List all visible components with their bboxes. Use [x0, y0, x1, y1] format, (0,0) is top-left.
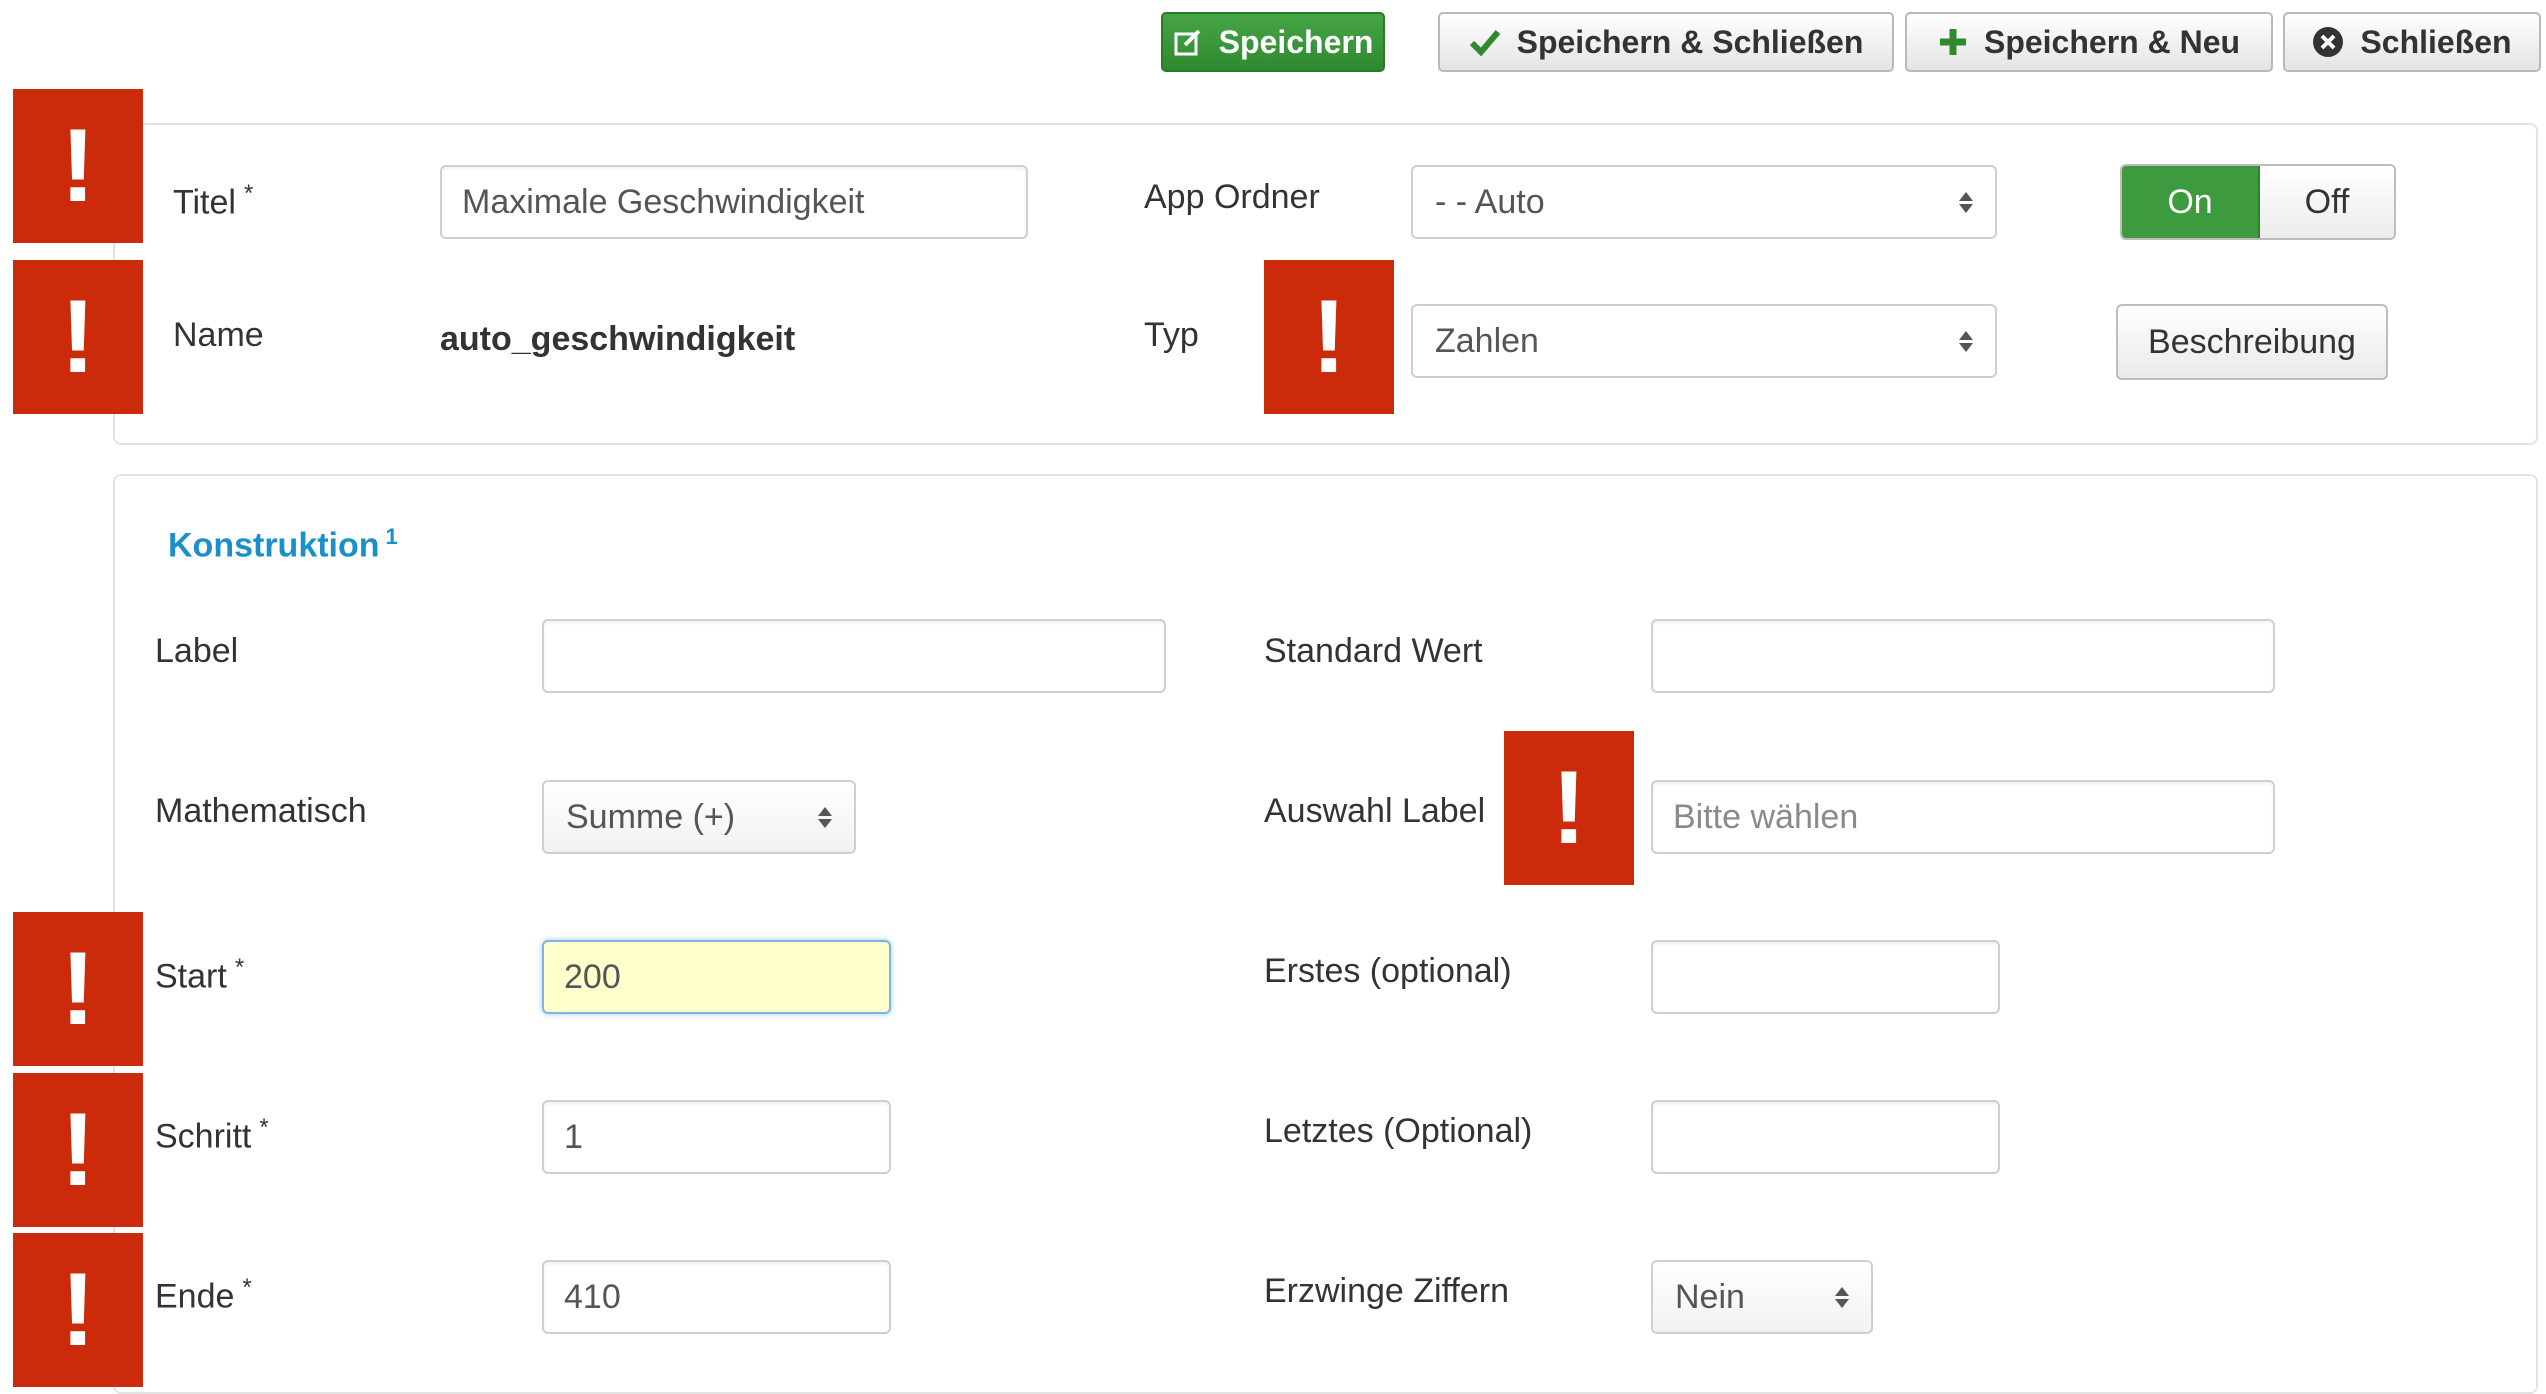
toggle-on[interactable]: On [2122, 166, 2260, 238]
type-select[interactable]: Zahlen [1411, 304, 1997, 378]
select-label-label: Auswahl Label [1264, 792, 1486, 830]
close-label: Schließen [2360, 23, 2512, 60]
start-input[interactable]: 200 [542, 940, 891, 1014]
app-folder-select[interactable]: - - Auto [1411, 165, 1997, 239]
warning-marker-name: ! [13, 260, 143, 414]
edit-icon [1173, 27, 1203, 57]
select-arrows-icon [1835, 1286, 1849, 1308]
save-close-label: Speichern & Schließen [1516, 23, 1864, 60]
math-value: Summe (+) [566, 797, 736, 836]
save-new-label: Speichern & Neu [1983, 23, 2241, 60]
check-icon [1469, 28, 1501, 56]
select-arrows-icon [1959, 330, 1973, 352]
step-label: Schritt * [155, 1114, 269, 1156]
warning-marker-title: ! [13, 89, 143, 243]
status-toggle[interactable]: On Off [2120, 164, 2396, 240]
math-select[interactable]: Summe (+) [542, 780, 856, 854]
close-button[interactable]: Schließen [2283, 12, 2541, 72]
select-arrows-icon [1959, 191, 1973, 213]
construction-panel [113, 474, 2538, 1394]
section-title: Konstruktion 1 [168, 524, 398, 565]
type-value: Zahlen [1435, 321, 1539, 360]
close-circle-icon [2312, 26, 2344, 58]
warning-marker-select-label: ! [1504, 731, 1634, 885]
end-input[interactable]: 410 [542, 1260, 891, 1334]
select-arrows-icon [818, 806, 832, 828]
force-digits-label: Erzwinge Ziffern [1264, 1272, 1510, 1310]
warning-marker-step: ! [13, 1073, 143, 1227]
default-value-input[interactable] [1651, 619, 2275, 693]
name-value: auto_geschwindigkeit [440, 320, 796, 358]
warning-marker-end: ! [13, 1233, 143, 1387]
title-input[interactable]: Maximale Geschwindigkeit [440, 165, 1028, 239]
warning-marker-type: ! [1264, 260, 1394, 414]
select-label-input[interactable]: Bitte wählen [1651, 780, 2275, 854]
plus-icon [1938, 27, 1968, 57]
save-new-button[interactable]: Speichern & Neu [1905, 12, 2273, 72]
save-label: Speichern [1218, 23, 1374, 60]
type-label: Typ [1144, 316, 1199, 354]
toggle-off[interactable]: Off [2260, 166, 2394, 238]
start-label: Start * [155, 954, 245, 996]
end-label: Ende * [155, 1274, 252, 1316]
app-folder-value: - - Auto [1435, 182, 1545, 221]
section-badge: 1 [385, 524, 398, 549]
label-input[interactable] [542, 619, 1166, 693]
last-input[interactable] [1651, 1100, 2000, 1174]
save-close-button[interactable]: Speichern & Schließen [1438, 12, 1894, 72]
first-label: Erstes (optional) [1264, 952, 1512, 990]
label-field-label: Label [155, 632, 239, 670]
default-value-label: Standard Wert [1264, 632, 1483, 670]
app-folder-label: App Ordner [1144, 178, 1320, 216]
first-input[interactable] [1651, 940, 2000, 1014]
title-label: Titel * [173, 180, 254, 222]
step-input[interactable]: 1 [542, 1100, 891, 1174]
math-label: Mathematisch [155, 792, 367, 830]
name-label: Name [173, 316, 264, 354]
save-button[interactable]: Speichern [1161, 12, 1385, 72]
force-digits-select[interactable]: Nein [1651, 1260, 1873, 1334]
warning-marker-start: ! [13, 912, 143, 1066]
last-label: Letztes (Optional) [1264, 1112, 1533, 1150]
force-digits-value: Nein [1675, 1277, 1745, 1316]
description-button[interactable]: Beschreibung [2116, 304, 2388, 380]
